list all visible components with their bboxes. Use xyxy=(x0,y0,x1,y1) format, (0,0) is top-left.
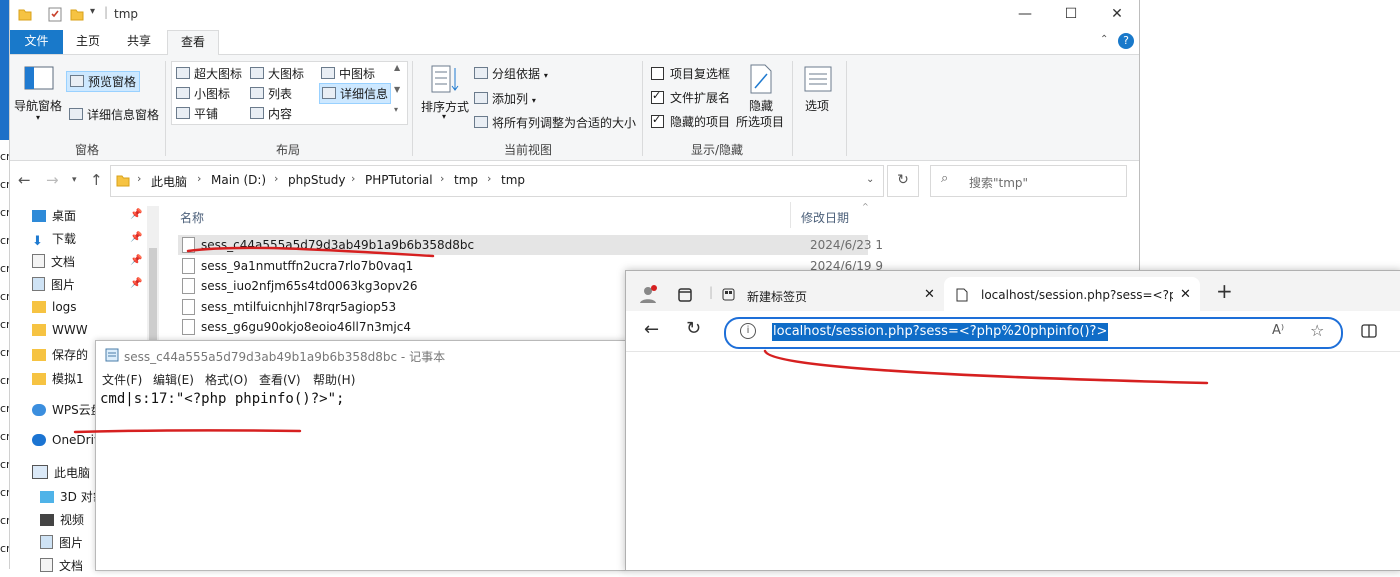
red-underline-url xyxy=(763,349,1209,385)
red-underline-filename xyxy=(186,246,435,258)
red-underline-content xyxy=(73,429,302,434)
red-annotation-strokes xyxy=(73,246,1209,434)
